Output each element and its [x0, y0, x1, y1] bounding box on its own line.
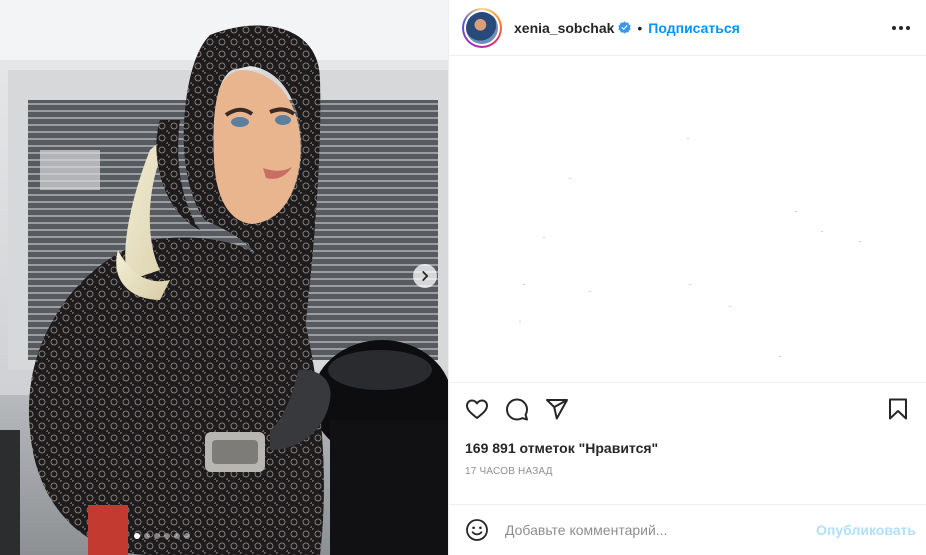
comment-input[interactable]	[505, 522, 817, 538]
bookmark-icon	[889, 398, 907, 419]
next-slide-button[interactable]	[413, 264, 437, 288]
like-button[interactable]	[465, 397, 489, 421]
verified-badge-icon	[618, 21, 632, 34]
carousel-dot	[134, 533, 140, 539]
carousel-indicator	[0, 533, 448, 539]
avatar-image	[466, 11, 498, 44]
follow-button[interactable]: Подписаться	[648, 20, 740, 36]
instagram-post: xenia_sobchak • Подписаться 169 891 отме…	[0, 0, 926, 555]
post-panel: xenia_sobchak • Подписаться 169 891 отме…	[448, 0, 926, 555]
more-options-button[interactable]	[892, 20, 910, 36]
post-timestamp[interactable]: 17 ЧАСОВ НАЗАД	[449, 456, 926, 486]
emoji-button[interactable]	[465, 518, 489, 542]
save-button[interactable]	[886, 397, 910, 421]
post-actions	[449, 382, 926, 434]
post-media[interactable]	[0, 0, 448, 555]
avatar[interactable]	[462, 7, 502, 48]
carousel-dot	[144, 533, 150, 539]
more-horizontal-icon	[892, 25, 896, 30]
username-link[interactable]: xenia_sobchak	[514, 20, 614, 36]
chevron-right-icon	[422, 271, 429, 281]
heart-icon	[466, 399, 488, 419]
publish-button[interactable]: Опубликовать	[816, 522, 916, 538]
comment-button[interactable]	[505, 397, 529, 421]
add-comment-form: Опубликовать	[449, 504, 926, 555]
carousel-dot	[184, 533, 190, 539]
post-photo	[0, 0, 448, 555]
share-button[interactable]	[545, 397, 569, 421]
header-separator: •	[637, 19, 643, 36]
carousel-dot	[164, 533, 170, 539]
paper-plane-icon	[546, 398, 568, 419]
likes-count[interactable]: 169 891 отметок "Нравится"	[449, 434, 926, 456]
comments-area	[449, 56, 926, 382]
comment-bubble-icon	[506, 398, 528, 420]
carousel-dot	[174, 533, 180, 539]
carousel-dot	[154, 533, 160, 539]
post-header: xenia_sobchak • Подписаться	[449, 0, 926, 56]
emoji-smile-icon	[466, 519, 488, 541]
